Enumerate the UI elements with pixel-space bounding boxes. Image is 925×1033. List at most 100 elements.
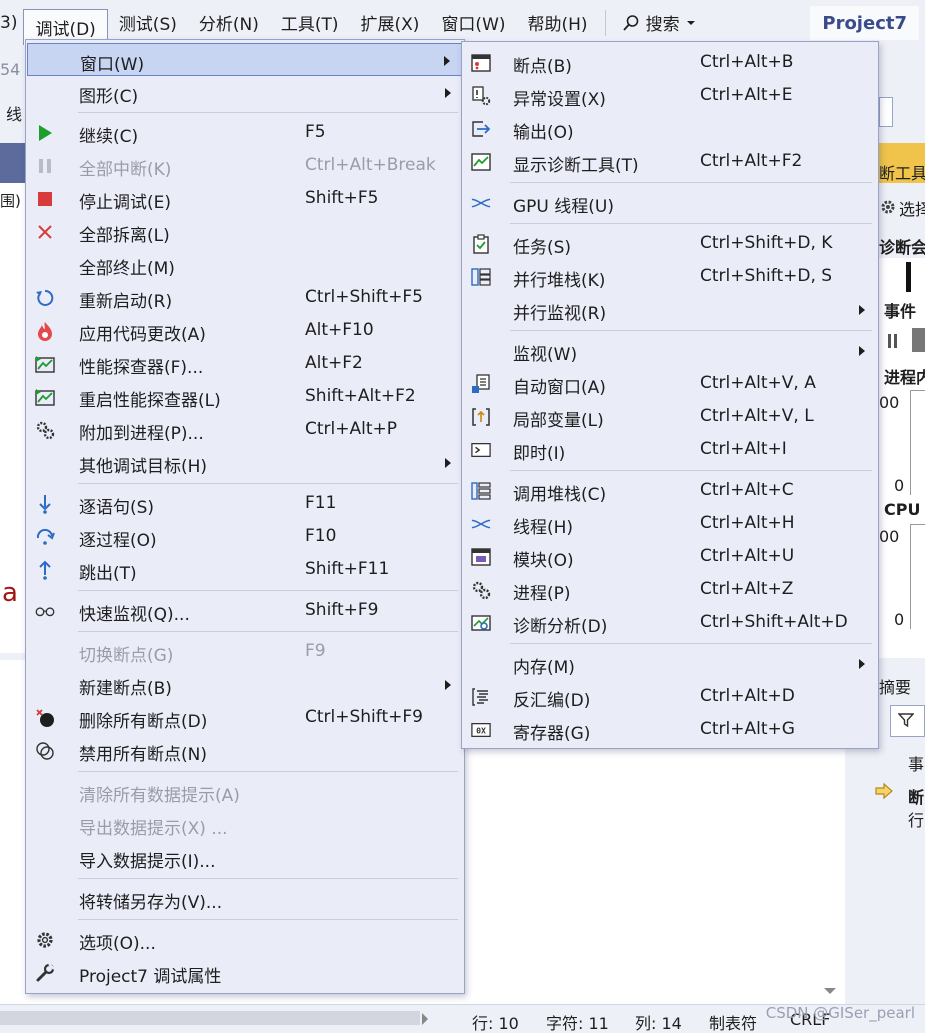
summary-tab[interactable]: 摘要 xyxy=(879,674,911,698)
item-label: 即时(I) xyxy=(513,444,566,464)
item-label: GPU 线程(U) xyxy=(513,197,614,217)
window-item-threads[interactable]: 线程(H) Ctrl+Alt+H xyxy=(463,507,877,540)
window-item-modules[interactable]: 模块(O) Ctrl+Alt+U xyxy=(463,540,877,573)
item-shortcut: Ctrl+Alt+V, L xyxy=(700,406,814,426)
debug-item-stop[interactable]: 停止调试(E) Shift+F5 xyxy=(27,182,463,215)
debug-item-delete-all-breakpoints[interactable]: 删除所有断点(D) Ctrl+Shift+F9 xyxy=(27,701,463,734)
debug-item-continue[interactable]: 继续(C) F5 xyxy=(27,116,463,149)
debug-item-performance-profiler[interactable]: 性能探查器(F)... Alt+F2 xyxy=(27,347,463,380)
menubar-divider xyxy=(604,9,606,36)
status-tab[interactable]: 制表符 xyxy=(709,1010,757,1033)
timeline-marker xyxy=(906,262,911,292)
debug-item-relaunch-profiler[interactable]: 重启性能探查器(L) Shift+Alt+F2 xyxy=(27,380,463,413)
search-label: 搜索 xyxy=(645,15,680,35)
filter-icon xyxy=(898,712,914,728)
item-shortcut: Ctrl+Alt+P xyxy=(305,419,398,439)
item-label: 继续(C) xyxy=(79,127,139,147)
item-label: 停止调试(E) xyxy=(79,193,172,213)
exception-settings-icon xyxy=(471,86,491,106)
debug-item-project-properties[interactable]: Project7 调试属性 xyxy=(27,956,463,989)
performance-profiler-icon xyxy=(35,354,55,374)
item-label: 监视(W) xyxy=(513,345,578,365)
window-item-locals[interactable]: 局部变量(L) Ctrl+Alt+V, L xyxy=(463,400,877,433)
debug-item-terminate-all[interactable]: 全部终止(M) xyxy=(27,248,463,281)
debug-item-apply-code-changes[interactable]: 应用代码更改(A) Alt+F10 xyxy=(27,314,463,347)
menu-separator xyxy=(510,223,872,224)
window-item-autos[interactable]: 自动窗口(A) Ctrl+Alt+V, A xyxy=(463,367,877,400)
window-item-diagnostic-analysis[interactable]: 诊断分析(D) Ctrl+Shift+Alt+D xyxy=(463,606,877,639)
menu-extensions[interactable]: 扩展(X) xyxy=(350,9,431,37)
events-label: 事件 xyxy=(884,302,917,321)
debug-item-disable-all-breakpoints[interactable]: 禁用所有断点(N) xyxy=(27,734,463,767)
debug-item-step-over[interactable]: 逐过程(O) F10 xyxy=(27,520,463,553)
debug-item-step-out[interactable]: 跳出(T) Shift+F11 xyxy=(27,553,463,586)
debug-item-options[interactable]: 选项(O)... xyxy=(27,923,463,956)
debug-item-attach-to-process[interactable]: 附加到进程(P)... Ctrl+Alt+P xyxy=(27,413,463,446)
debug-item-window[interactable]: 窗口(W) xyxy=(27,43,463,76)
item-shortcut: Ctrl+Alt+E xyxy=(700,85,793,105)
item-label: 异常设置(X) xyxy=(513,90,606,110)
window-item-show-diagnostic-tools[interactable]: 显示诊断工具(T) Ctrl+Alt+F2 xyxy=(463,145,877,178)
item-label: 切换断点(G) xyxy=(79,646,174,666)
select-tools-button[interactable]: 选择 xyxy=(899,196,925,220)
diagnostic-tools-icon xyxy=(471,152,491,172)
project-name-badge[interactable]: Project7 xyxy=(810,6,919,40)
item-shortcut: Ctrl+Alt+G xyxy=(700,719,795,739)
window-item-disassembly[interactable]: 反汇编(D) Ctrl+Alt+D xyxy=(463,680,877,713)
window-item-memory[interactable]: 内存(M) xyxy=(463,647,877,680)
item-shortcut: Ctrl+Alt+Break xyxy=(305,155,436,175)
window-item-parallel-watch[interactable]: 并行监视(R) xyxy=(463,293,877,326)
window-item-exception-settings[interactable]: 异常设置(X) Ctrl+Alt+E xyxy=(463,79,877,112)
window-item-output[interactable]: 输出(O) xyxy=(463,112,877,145)
item-shortcut: Ctrl+Alt+H xyxy=(700,513,795,533)
menu-window[interactable]: 窗口(W) xyxy=(430,9,516,37)
menu-analyze[interactable]: 分析(N) xyxy=(188,9,270,37)
editor-scope-fragment: 围) xyxy=(0,192,21,210)
debug-item-new-breakpoint[interactable]: 新建断点(B) xyxy=(27,668,463,701)
window-item-call-stack[interactable]: 调用堆栈(C) Ctrl+Alt+C xyxy=(463,474,877,507)
item-shortcut: Alt+F10 xyxy=(305,320,374,340)
item-label: 线程(H) xyxy=(513,518,574,538)
debug-item-save-dump[interactable]: 将转储另存为(V)... xyxy=(27,882,463,915)
debug-item-export-datatips: 导出数据提示(X) ... xyxy=(27,808,463,841)
menu-build-fragment[interactable]: 3) xyxy=(0,9,23,37)
scroll-down-arrow[interactable] xyxy=(823,986,837,996)
window-item-registers[interactable]: 0X 寄存器(G) Ctrl+Alt+G xyxy=(463,713,877,746)
window-item-watch[interactable]: 监视(W) xyxy=(463,334,877,367)
play-icon xyxy=(35,123,55,143)
item-label: 模块(O) xyxy=(513,551,574,571)
menu-help[interactable]: 帮助(H) xyxy=(517,9,599,37)
code-fragment: a xyxy=(2,578,18,608)
window-item-tasks[interactable]: 任务(S) Ctrl+Shift+D, K xyxy=(463,227,877,260)
item-label: 其他调试目标(H) xyxy=(79,457,208,477)
events-column-header: 事 xyxy=(908,755,925,774)
debug-item-import-datatips[interactable]: 导入数据提示(I)... xyxy=(27,841,463,874)
window-item-gpu-threads[interactable]: GPU 线程(U) xyxy=(463,186,877,219)
window-item-immediate[interactable]: 即时(I) Ctrl+Alt+I xyxy=(463,433,877,466)
window-item-breakpoints[interactable]: 断点(B) Ctrl+Alt+B xyxy=(463,46,877,79)
menu-test[interactable]: 测试(S) xyxy=(108,9,188,37)
menu-tools[interactable]: 工具(T) xyxy=(270,9,350,37)
debug-item-detach-all[interactable]: 全部拆离(L) xyxy=(27,215,463,248)
config-dropdown[interactable] xyxy=(879,97,893,127)
horizontal-scrollbar[interactable] xyxy=(0,1011,420,1025)
window-item-parallel-stacks[interactable]: 并行堆栈(K) Ctrl+Shift+D, S xyxy=(463,260,877,293)
menu-separator xyxy=(78,919,458,920)
window-item-processes[interactable]: 进程(P) Ctrl+Alt+Z xyxy=(463,573,877,606)
scroll-right-arrow[interactable] xyxy=(420,1012,430,1026)
item-label: 新建断点(B) xyxy=(79,679,172,699)
debug-item-restart[interactable]: 重新启动(R) Ctrl+Shift+F5 xyxy=(27,281,463,314)
debug-item-quick-watch[interactable]: 快速监视(Q)... Shift+F9 xyxy=(27,594,463,627)
item-shortcut: F10 xyxy=(305,526,337,546)
item-label: 选项(O)... xyxy=(79,934,156,954)
search-button[interactable]: 搜索 xyxy=(612,10,706,35)
menu-separator xyxy=(510,182,872,183)
submenu-arrow-icon xyxy=(444,56,450,66)
item-shortcut: Ctrl+Shift+D, K xyxy=(700,233,833,253)
autos-icon xyxy=(471,374,491,394)
debug-item-step-into[interactable]: 逐语句(S) F11 xyxy=(27,487,463,520)
debug-item-graphics[interactable]: 图形(C) xyxy=(27,76,463,109)
debug-item-other-targets[interactable]: 其他调试目标(H) xyxy=(27,446,463,479)
menu-separator xyxy=(78,590,458,591)
step-into-icon xyxy=(35,494,55,514)
